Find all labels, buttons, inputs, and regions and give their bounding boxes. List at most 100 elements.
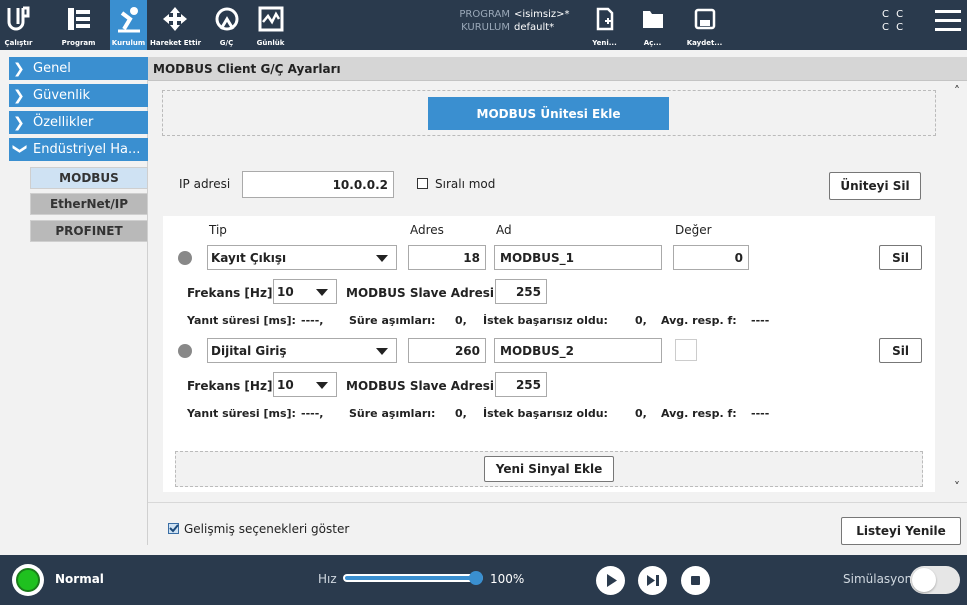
signal-address-field[interactable]: 18 xyxy=(408,245,486,270)
program-icon xyxy=(60,4,97,34)
sidebar-subitem-label: PROFINET xyxy=(55,224,123,238)
signal-value-indicator xyxy=(675,339,697,361)
sidebar: ❯ Genel ❯ Güvenlik ❯ Özellikler ❯ Endüst… xyxy=(0,57,148,545)
controller-indicator-line2: C C xyxy=(882,22,906,33)
signal-name-field[interactable]: MODBUS_1 xyxy=(494,245,662,270)
step-button[interactable] xyxy=(638,566,667,595)
open-file-label: Aç... xyxy=(643,39,662,47)
sidebar-item-fieldbus[interactable]: ❯ Endüstriyel Ha... xyxy=(9,138,148,161)
signal-address-field[interactable]: 260 xyxy=(408,338,486,363)
delete-signal-button[interactable]: Sil xyxy=(879,338,922,363)
top-bar: Çalıştır Program Kurulum Hareket Ettir G… xyxy=(0,0,967,50)
advanced-options-checkbox[interactable] xyxy=(168,523,179,534)
sidebar-subitem-profinet[interactable]: PROFINET xyxy=(30,220,148,242)
run-tab[interactable]: Çalıştır xyxy=(0,0,37,50)
program-tab-label: Program xyxy=(61,39,96,47)
signal-type-select[interactable]: Kayıt Çıkışı xyxy=(207,245,397,270)
column-name-header: Ad xyxy=(496,223,512,237)
column-address-header: Adres xyxy=(410,223,444,237)
new-file-label: Yeni... xyxy=(592,39,617,47)
add-modbus-unit-button[interactable]: MODBUS Ünitesi Ekle xyxy=(428,97,669,130)
advanced-options-label: Gelişmiş seçenekleri göster xyxy=(184,522,350,536)
request-failed-label: İstek başarısız oldu: xyxy=(483,407,608,420)
modbus-content: MODBUS Ünitesi Ekle IP adresi 10.0.0.2 S… xyxy=(150,82,952,502)
page-title: MODBUS Client G/Ç Ayarları xyxy=(148,57,967,81)
slave-address-field[interactable]: 255 xyxy=(495,279,547,304)
save-icon xyxy=(686,4,723,34)
request-failed-label: İstek başarısız oldu: xyxy=(483,314,608,327)
response-time-value: ----, xyxy=(301,314,324,327)
signal-status-dot xyxy=(178,251,192,265)
move-icon xyxy=(156,4,193,34)
delete-signal-button[interactable]: Sil xyxy=(879,245,922,270)
dropdown-arrow-icon xyxy=(316,381,328,389)
sidebar-item-label: Genel xyxy=(33,61,71,76)
ip-address-field[interactable]: 10.0.0.2 xyxy=(242,171,394,198)
log-tab[interactable]: Günlük xyxy=(252,0,289,50)
io-tab[interactable]: G/Ç xyxy=(208,0,245,50)
speed-label: Hız xyxy=(318,572,337,586)
footer-bar: Normal Hız 100% Simülasyon xyxy=(0,555,967,605)
ip-address-label: IP adresi xyxy=(179,177,231,191)
sidebar-item-features[interactable]: ❯ Özellikler xyxy=(9,111,148,134)
program-info: PROGRAM <isimsiz>* KURULUM default* xyxy=(450,8,569,34)
signal-name-field[interactable]: MODBUS_2 xyxy=(494,338,662,363)
stop-button[interactable] xyxy=(681,566,710,595)
step-icon xyxy=(647,575,659,586)
refresh-list-button[interactable]: Listeyi Yenile xyxy=(841,517,961,545)
simulation-toggle-knob xyxy=(912,568,936,592)
play-button[interactable] xyxy=(596,566,625,595)
signal-type-select[interactable]: Dijital Giriş xyxy=(207,338,397,363)
timeouts-label: Süre aşımları: xyxy=(349,314,436,327)
sequential-mode-checkbox[interactable] xyxy=(417,178,428,189)
controller-indicator: C C C C xyxy=(882,8,905,34)
response-time-value: ----, xyxy=(301,407,324,420)
program-tab[interactable]: Program xyxy=(60,0,97,50)
sequential-mode-label: Sıralı mod xyxy=(435,177,496,191)
installation-tab[interactable]: Kurulum xyxy=(110,0,147,50)
simulation-toggle[interactable] xyxy=(910,566,960,594)
dropdown-arrow-icon xyxy=(376,347,388,355)
sidebar-item-label: Özellikler xyxy=(33,115,94,130)
sidebar-subitem-ethernetip[interactable]: EtherNet/IP xyxy=(30,193,148,215)
slave-address-field[interactable]: 255 xyxy=(495,372,547,397)
simulation-label: Simülasyon xyxy=(843,572,913,586)
move-tab[interactable]: Hareket Ettir xyxy=(150,0,201,50)
frequency-select[interactable]: 10 xyxy=(273,372,337,397)
scroll-up-icon[interactable]: ˄ xyxy=(954,84,960,98)
signal-value-field[interactable]: 0 xyxy=(673,245,749,270)
speed-slider-knob[interactable] xyxy=(469,571,483,585)
open-file-button[interactable]: Aç... xyxy=(634,0,671,50)
frequency-value: 10 xyxy=(277,284,294,299)
program-label: PROGRAM xyxy=(459,9,510,20)
sidebar-item-safety[interactable]: ❯ Güvenlik xyxy=(9,84,148,107)
speed-slider-fill xyxy=(345,576,476,580)
avg-response-label: Avg. resp. f: xyxy=(661,407,737,420)
installation-name: default* xyxy=(514,22,555,33)
options-bar: Gelişmiş seçenekleri göster Listeyi Yeni… xyxy=(148,502,967,545)
delete-unit-button[interactable]: Üniteyi Sil xyxy=(829,172,921,200)
log-icon xyxy=(252,4,289,34)
sidebar-item-general[interactable]: ❯ Genel xyxy=(9,57,148,80)
save-file-label: Kaydet... xyxy=(686,39,723,47)
sidebar-subitem-modbus[interactable]: MODBUS xyxy=(30,167,148,189)
request-failed-value: 0, xyxy=(635,407,647,420)
new-file-button[interactable]: Yeni... xyxy=(586,0,623,50)
checkmark-icon xyxy=(169,524,179,533)
controller-indicator-line1: C C xyxy=(882,9,906,20)
robot-status-label: Normal xyxy=(55,572,104,586)
add-signal-button[interactable]: Yeni Sinyal Ekle xyxy=(484,456,614,482)
avg-response-value: ---- xyxy=(751,407,770,420)
frequency-select[interactable]: 10 xyxy=(273,279,337,304)
frequency-label: Frekans [Hz] xyxy=(187,286,273,300)
sidebar-item-label: Endüstriyel Ha... xyxy=(33,142,141,157)
save-file-button[interactable]: Kaydet... xyxy=(686,0,723,50)
speed-slider[interactable] xyxy=(343,571,483,585)
vertical-scrollbar[interactable]: ˄ ˅ xyxy=(952,82,967,502)
column-value-header: Değer xyxy=(675,223,712,237)
timeouts-value: 0, xyxy=(455,407,467,420)
timeouts-value: 0, xyxy=(455,314,467,327)
scroll-down-icon[interactable]: ˅ xyxy=(954,480,960,494)
response-time-label: Yanıt süresi [ms]: xyxy=(187,407,296,420)
hamburger-menu-icon[interactable] xyxy=(935,10,961,32)
